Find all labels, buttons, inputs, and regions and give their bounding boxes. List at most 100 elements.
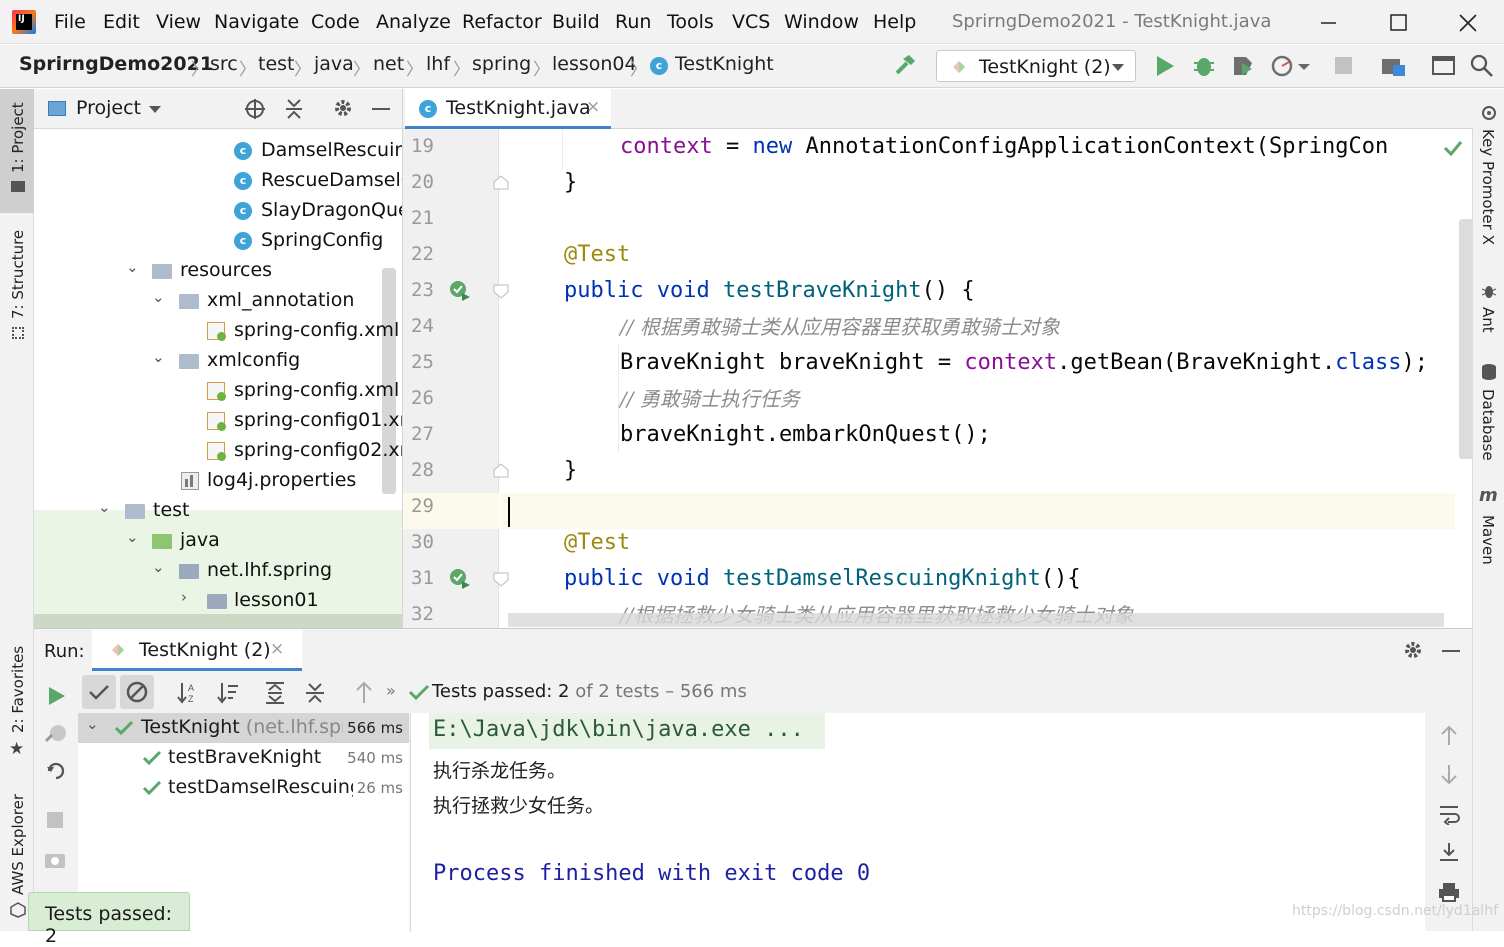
show-ignored-toggle[interactable] xyxy=(120,675,154,709)
expand-arrow-icon[interactable]: ⌄ xyxy=(98,498,111,516)
breadcrumb-java[interactable]: java xyxy=(314,53,354,75)
more-actions-icon[interactable]: » xyxy=(386,681,396,700)
close-tab-icon[interactable]: × xyxy=(270,639,284,659)
run-test-gutter-icon[interactable] xyxy=(448,279,472,303)
build-hammer-icon[interactable] xyxy=(893,53,919,79)
test-case-row[interactable]: testBraveKnight 540 ms xyxy=(78,743,409,773)
print-icon[interactable] xyxy=(1438,881,1460,903)
breadcrumb-src[interactable]: src xyxy=(210,53,238,75)
expand-arrow-icon[interactable]: ⌄ xyxy=(126,528,139,546)
expand-all-icon[interactable] xyxy=(264,681,286,705)
debug-bug-icon[interactable] xyxy=(1192,53,1216,79)
tool-tab-ant[interactable]: Ant xyxy=(1479,307,1497,333)
expand-arrow-icon[interactable]: ⌄ xyxy=(152,288,165,306)
tool-tab-database[interactable]: Database xyxy=(1479,389,1497,461)
code-area[interactable]: context = new AnnotationConfigApplicatio… xyxy=(500,129,1455,628)
close-button[interactable] xyxy=(1438,4,1498,40)
menu-refactor[interactable]: Refactor xyxy=(462,11,542,33)
menu-build[interactable]: Build xyxy=(552,11,600,33)
tree-item[interactable]: c SpringConfig xyxy=(34,226,402,256)
horizontal-scrollbar[interactable] xyxy=(508,613,1444,627)
vertical-scrollbar[interactable] xyxy=(1459,219,1473,459)
close-tab-icon[interactable]: × xyxy=(586,97,600,117)
tree-item[interactable]: › lesson01 xyxy=(34,586,402,616)
project-panel-title[interactable]: Project xyxy=(76,97,141,119)
minimize-button[interactable] xyxy=(1298,4,1358,40)
menu-edit[interactable]: Edit xyxy=(103,11,140,33)
test-suite-row[interactable]: ⌄ TestKnight (net.lhf.sprin 566 ms xyxy=(78,713,409,743)
run-test-gutter-icon[interactable] xyxy=(448,567,472,591)
breadcrumb-test[interactable]: test xyxy=(258,53,295,75)
tree-item[interactable]: spring-config02.xm xyxy=(34,436,402,466)
tree-item[interactable]: cSlayDragonQues xyxy=(34,196,402,226)
scroll-to-end-icon[interactable] xyxy=(1438,841,1460,863)
menu-help[interactable]: Help xyxy=(873,11,916,33)
expand-arrow-icon[interactable]: ⌄ xyxy=(126,258,139,276)
tree-item[interactable]: ⌄ test xyxy=(34,496,402,526)
profiler-icon[interactable] xyxy=(1270,53,1314,79)
locate-crosshair-icon[interactable] xyxy=(244,98,266,120)
maximize-button[interactable] xyxy=(1368,4,1428,40)
expand-arrow-icon[interactable]: ⌄ xyxy=(152,348,165,366)
tool-tab-project[interactable]: 1: Project xyxy=(9,102,27,173)
down-arrow-icon[interactable] xyxy=(1439,763,1459,785)
previous-test-icon[interactable] xyxy=(354,681,374,705)
menu-file[interactable]: File xyxy=(54,11,86,33)
menu-code[interactable]: Code xyxy=(311,11,360,33)
breadcrumb-testknight[interactable]: TestKnight xyxy=(675,53,774,75)
toggle-autotest-icon[interactable] xyxy=(44,759,68,783)
tree-item[interactable]: ⌄ resources xyxy=(34,256,402,286)
collapse-all-icon[interactable] xyxy=(304,681,326,705)
tool-tab-favorites[interactable]: 2: Favorites xyxy=(9,646,27,733)
terminal-window-icon[interactable] xyxy=(1432,55,1456,77)
gear-icon[interactable] xyxy=(1402,639,1424,661)
sort-duration-icon[interactable] xyxy=(216,681,240,705)
rerun-failed-icon[interactable] xyxy=(44,721,68,745)
tree-item[interactable]: log4j.properties xyxy=(34,466,402,496)
coverage-icon[interactable] xyxy=(1230,53,1256,79)
menu-run[interactable]: Run xyxy=(615,11,651,33)
tree-item[interactable]: spring-config.xml xyxy=(34,316,402,346)
tree-item[interactable]: ⌄ net.lhf.spring xyxy=(34,556,402,586)
hide-panel-icon[interactable] xyxy=(1442,650,1460,652)
intellij-logo-icon[interactable]: IJ xyxy=(12,10,36,34)
tree-item[interactable]: c RescueDamselQ xyxy=(34,166,402,196)
breadcrumb-lhf[interactable]: lhf xyxy=(426,53,450,75)
menu-navigate[interactable]: Navigate xyxy=(214,11,299,33)
expand-arrow-icon[interactable]: ⌄ xyxy=(152,558,165,576)
stop-icon[interactable] xyxy=(47,812,63,828)
test-case-row[interactable]: testDamselRescuingK 26 ms xyxy=(78,773,409,803)
run-tab-testknight[interactable]: TestKnight (2) × xyxy=(92,629,302,671)
breadcrumb-lesson04[interactable]: lesson04 xyxy=(552,53,637,75)
chevron-down-icon[interactable] xyxy=(148,105,162,114)
stop-icon[interactable] xyxy=(1335,57,1352,74)
breadcrumb-spring[interactable]: spring xyxy=(472,53,531,75)
show-passed-toggle[interactable] xyxy=(82,675,116,709)
tree-item[interactable]: spring-config.xml xyxy=(34,376,402,406)
hide-panel-icon[interactable] xyxy=(372,108,390,110)
tree-item[interactable]: ⌄ xml_annotation xyxy=(34,286,402,316)
breadcrumb-project[interactable]: SprirngDemo2021 xyxy=(19,53,213,75)
menu-vcs[interactable]: VCS xyxy=(732,11,770,33)
breadcrumb-net[interactable]: net xyxy=(373,53,404,75)
up-arrow-icon[interactable] xyxy=(1439,725,1459,747)
expand-arrow-icon[interactable]: ⌄ xyxy=(86,715,99,733)
run-configuration-select[interactable]: TestKnight (2) xyxy=(936,50,1136,82)
tree-item[interactable]: spring-config01.xm xyxy=(34,406,402,436)
menu-analyze[interactable]: Analyze xyxy=(376,11,451,33)
expand-arrow-icon[interactable]: › xyxy=(181,588,187,606)
tree-item[interactable]: ⌄ java xyxy=(34,526,402,556)
sort-alpha-icon[interactable]: AZ xyxy=(176,681,200,705)
project-structure-icon[interactable] xyxy=(1381,54,1407,78)
tool-tab-key-promoter[interactable]: Key Promoter X xyxy=(1479,129,1497,245)
menu-tools[interactable]: Tools xyxy=(667,11,714,33)
gear-icon[interactable] xyxy=(332,97,354,119)
menu-view[interactable]: View xyxy=(156,11,201,33)
camera-icon[interactable] xyxy=(44,849,66,869)
tree-item[interactable]: cDamselRescuing xyxy=(34,136,402,166)
inspection-ok-icon[interactable] xyxy=(1443,139,1463,157)
tool-tab-maven[interactable]: Maven xyxy=(1479,515,1497,565)
tool-tab-aws-explorer[interactable]: AWS Explorer xyxy=(9,794,27,895)
tool-tab-structure[interactable]: 7: Structure xyxy=(9,230,27,319)
menu-window[interactable]: Window xyxy=(784,11,859,33)
